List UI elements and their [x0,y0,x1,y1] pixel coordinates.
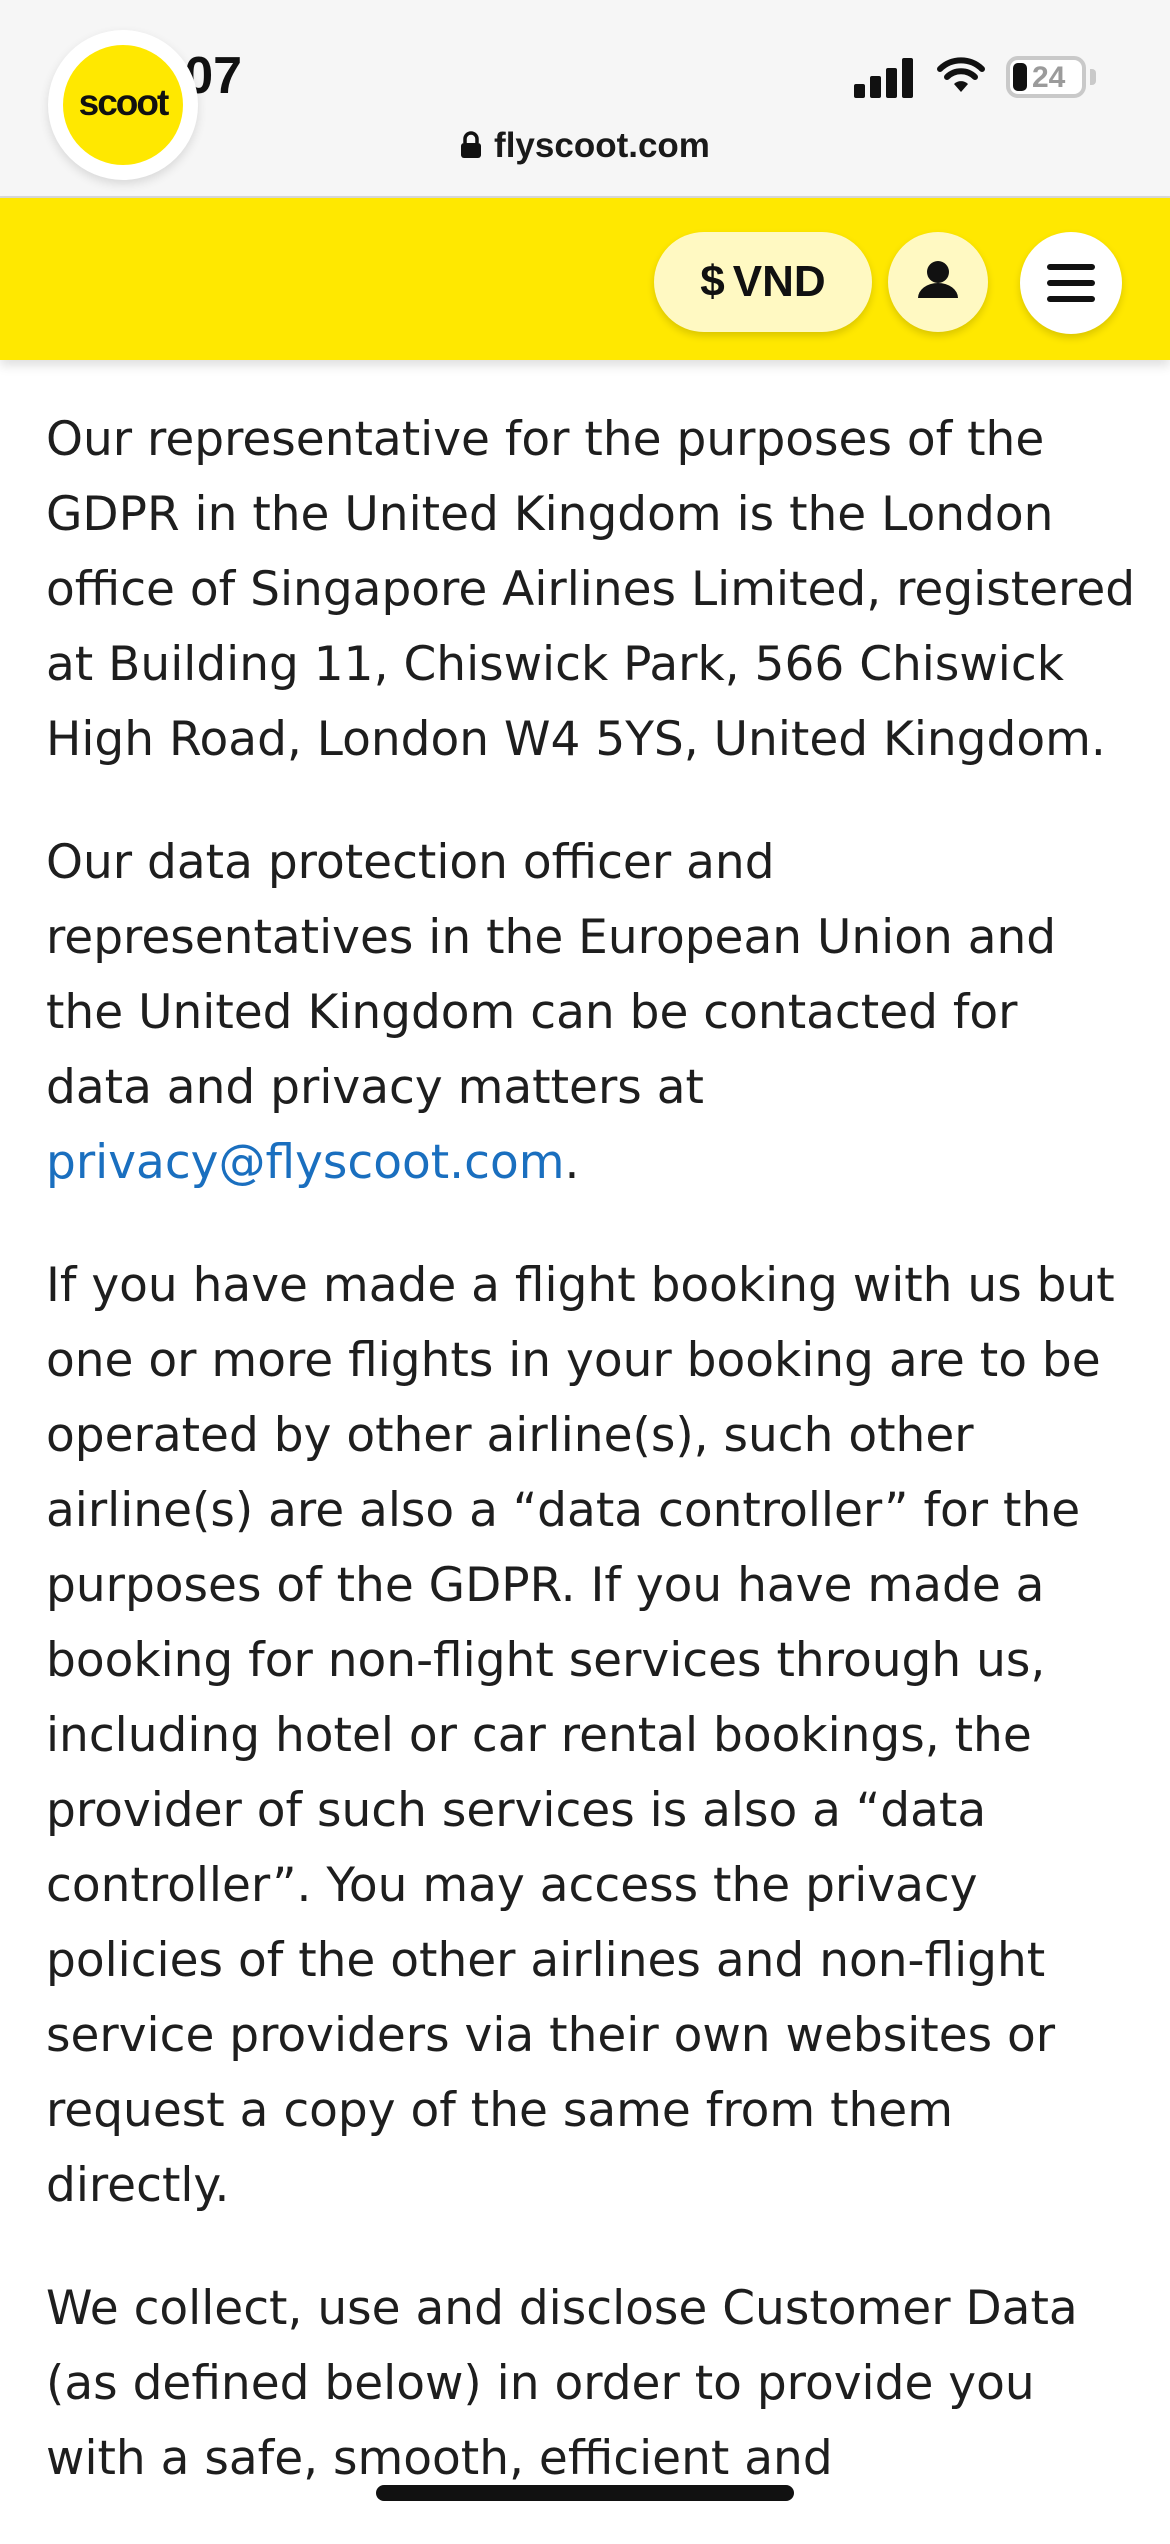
currency-button[interactable]: $ VND [654,232,872,332]
scoot-logo[interactable]: scoot [48,30,198,180]
privacy-email-link[interactable]: privacy@flyscoot.com [46,1135,565,1190]
lock-icon [460,128,482,168]
user-icon [918,261,958,298]
paragraph-customer-data: We collect, use and disclose Customer Da… [46,2281,1078,2486]
battery-level: 24 [1032,61,1066,94]
account-button[interactable] [888,232,988,332]
paragraph-other-controllers: If you have made a flight booking with u… [46,1258,1115,2213]
currency-label: VND [732,257,826,306]
battery-icon: 24 [1006,56,1086,98]
logo-text: scoot [78,82,170,123]
dollar-icon: $ [700,257,725,306]
paragraph-dpo-contact: Our data protection officer and represen… [46,835,1057,1190]
home-indicator[interactable] [376,2485,794,2501]
url-text: flyscoot.com [494,126,710,165]
battery-cap [1090,69,1096,85]
menu-icon [1047,264,1095,270]
site-header [0,198,1170,360]
paragraph-uk-representative: Our representative for the purposes of t… [46,412,1136,767]
signal-icon [854,58,916,98]
wifi-icon [936,56,986,101]
privacy-content: Our representative for the purposes of t… [46,402,1136,2544]
menu-button[interactable] [1020,232,1122,334]
